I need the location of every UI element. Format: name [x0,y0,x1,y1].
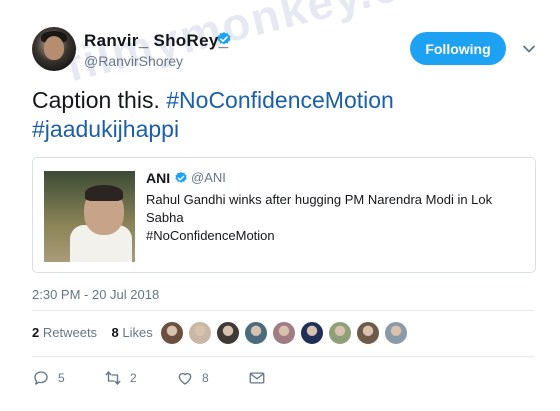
liker-avatar[interactable] [384,321,408,345]
liker-avatar[interactable] [272,321,296,345]
retweet-icon [105,371,121,385]
reply-button[interactable]: 5 [32,368,65,388]
retweets-label: Retweets [42,325,98,340]
chevron-down-icon[interactable] [522,44,536,54]
quoted-tweet-image[interactable] [44,171,135,262]
tweet-text-prefix: Caption this. [32,87,167,113]
retweets-count: 2 [32,325,40,340]
heart-icon [178,372,192,385]
quoted-tweet-text: Rahul Gandhi winks after hugging PM Nare… [146,191,526,245]
retweet-button[interactable]: 2 [104,368,137,388]
likes-stat[interactable]: 8 Likes [112,325,153,340]
quoted-author-name[interactable]: ANI [146,170,170,186]
likes-label: Likes [122,325,153,340]
likes-count: 8 [111,325,119,340]
quoted-hashtag[interactable]: #NoConfidenceMotion [146,227,526,245]
divider [32,310,534,311]
tweet-timestamp[interactable]: 2:30 PM - 20 Jul 2018 [32,287,159,302]
like-count: 8 [202,371,209,385]
envelope-icon [249,372,265,384]
liker-avatar[interactable] [328,321,352,345]
author-avatar[interactable] [32,27,76,71]
hashtag-link[interactable]: #NoConfidenceMotion [166,87,394,113]
quoted-tweet-card[interactable]: ANI @ANI Rahul Gandhi winks after huggin… [32,157,536,273]
retweet-count: 2 [130,371,137,385]
verified-badge-icon [175,171,187,183]
following-button[interactable]: Following [410,32,506,65]
liker-avatar[interactable] [188,321,212,345]
liker-avatar[interactable] [160,321,184,345]
verified-badge-icon [217,32,231,45]
liker-avatar[interactable] [216,321,240,345]
engagement-stats: 2 Retweets 8 Likes [32,325,153,340]
likers-avatars [160,321,412,345]
like-button[interactable]: 8 [176,368,209,388]
author-display-name[interactable]: Ranvir_ ShoRey_ [84,31,228,51]
quoted-author-handle[interactable]: @ANI [191,170,226,185]
author-handle[interactable]: @RanvirShorey [84,53,183,69]
liker-avatar[interactable] [244,321,268,345]
retweets-stat[interactable]: 2 Retweets [32,325,97,340]
liker-avatar[interactable] [300,321,324,345]
tweet-text: Caption this. #NoConfidenceMotion #jaadu… [32,86,532,144]
direct-message-button[interactable] [248,368,274,388]
quoted-text-line: Rahul Gandhi winks after hugging PM Nare… [146,192,493,225]
divider [32,356,534,357]
reply-count: 5 [58,371,65,385]
liker-avatar[interactable] [356,321,380,345]
hashtag-link[interactable]: #jaadukijhappi [32,116,179,142]
reply-icon [34,371,48,385]
